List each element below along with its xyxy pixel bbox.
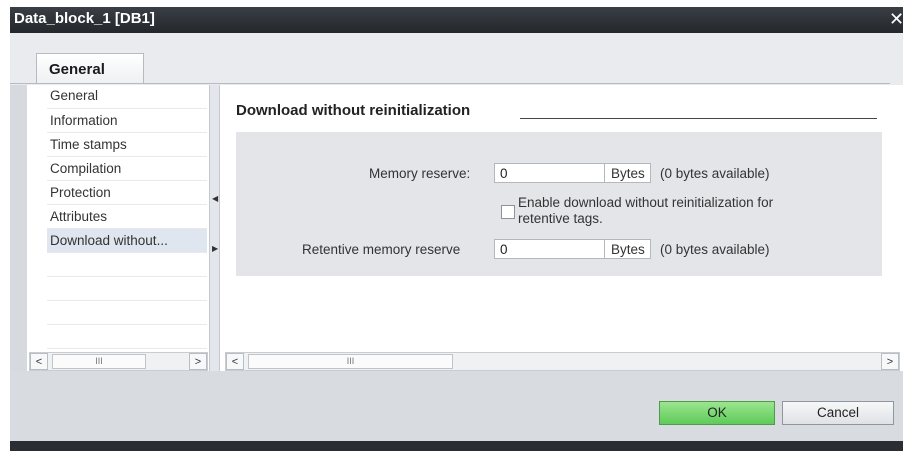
nav-item-time-stamps[interactable]: Time stamps — [47, 133, 207, 157]
scroll-left-icon[interactable]: < — [226, 353, 244, 370]
memory-reserve-label: Memory reserve: — [369, 166, 471, 181]
empty-row — [47, 253, 207, 277]
window-title: Data_block_1 [DB1] — [14, 10, 155, 27]
scroll-right-icon[interactable]: > — [189, 353, 207, 370]
nav-item-information[interactable]: Information — [47, 109, 207, 133]
enable-download-label-line1: Enable download without reinitialization… — [518, 195, 774, 210]
section-divider — [520, 118, 877, 119]
empty-row — [47, 325, 207, 349]
nav-item-compilation[interactable]: Compilation — [47, 157, 207, 181]
scroll-left-icon[interactable]: < — [30, 353, 48, 370]
window-footer — [10, 441, 903, 451]
properties-horizontal-scrollbar[interactable]: < III > — [225, 352, 900, 371]
nav-item-protection[interactable]: Protection — [47, 181, 207, 205]
tab-strip: General — [10, 33, 903, 85]
scrollbar-thumb[interactable]: III — [52, 354, 146, 369]
memory-reserve-available: (0 bytes available) — [660, 166, 770, 181]
expand-right-icon[interactable]: ▶ — [212, 240, 218, 258]
retentive-reserve-available: (0 bytes available) — [660, 242, 770, 257]
memory-reserve-unit: Bytes — [605, 163, 651, 183]
scrollbar-thumb[interactable]: III — [248, 354, 453, 369]
scroll-right-icon[interactable]: > — [881, 353, 899, 370]
retentive-reserve-label: Retentive memory reserve — [302, 242, 461, 257]
content-area: General Information Time stamps Compilat… — [27, 85, 903, 371]
tab-general[interactable]: General — [36, 53, 144, 83]
memory-reserve-input[interactable]: 0 — [494, 163, 605, 183]
navigation-pane: General Information Time stamps Compilat… — [27, 85, 210, 371]
nav-horizontal-scrollbar[interactable]: < III > — [29, 352, 208, 371]
dialog-window: Data_block_1 [DB1] ✕ General General Inf… — [10, 7, 903, 451]
empty-row — [47, 301, 207, 325]
button-bar: OK Cancel — [10, 371, 903, 441]
tab-divider — [10, 83, 890, 84]
nav-item-attributes[interactable]: Attributes — [47, 205, 207, 229]
ok-button[interactable]: OK — [659, 401, 775, 425]
nav-item-download-without[interactable]: Download without... — [47, 229, 207, 253]
navigation-list: General Information Time stamps Compilat… — [47, 89, 207, 349]
enable-download-checkbox[interactable] — [501, 205, 515, 219]
collapse-left-icon[interactable]: ◀ — [212, 190, 218, 208]
retentive-reserve-unit: Bytes — [605, 239, 651, 259]
nav-item-general[interactable]: General — [47, 89, 207, 109]
enable-download-label-line2: retentive tags. — [518, 211, 603, 226]
pane-splitter[interactable]: ◀ ▶ — [210, 85, 220, 371]
settings-panel: Memory reserve: 0 Bytes (0 bytes availab… — [236, 132, 882, 276]
empty-row — [47, 277, 207, 301]
retentive-reserve-input[interactable]: 0 — [494, 239, 605, 259]
section-title: Download without reinitialization — [236, 102, 471, 119]
cancel-button[interactable]: Cancel — [782, 401, 894, 425]
properties-pane: Download without reinitialization Memory… — [221, 85, 903, 371]
close-icon[interactable]: ✕ — [889, 10, 903, 28]
title-bar[interactable]: Data_block_1 [DB1] ✕ — [10, 7, 903, 33]
